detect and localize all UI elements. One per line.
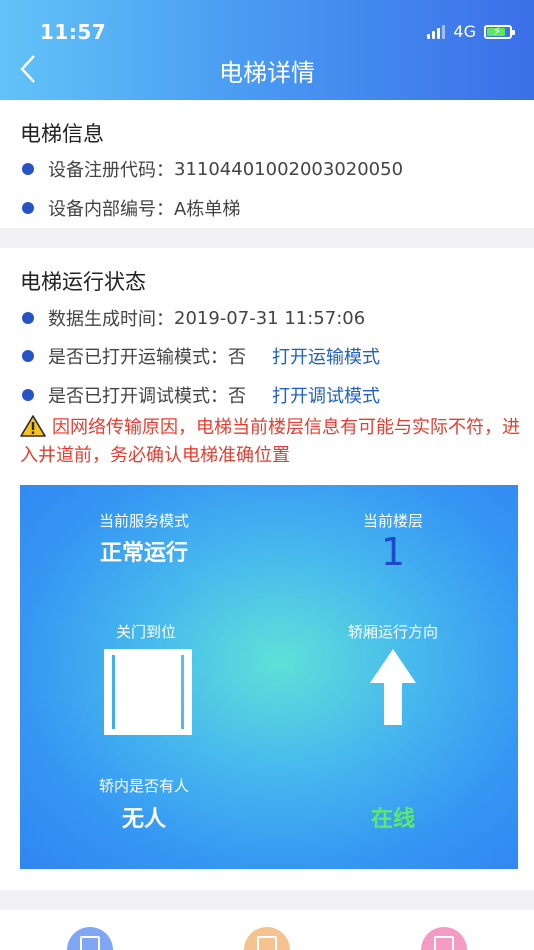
info-label: 设备内部编号： <box>48 199 174 220</box>
bullet-dot <box>22 350 34 362</box>
info-row-internal-number: 设备内部编号： A栋单梯 <box>22 195 240 221</box>
status-row-data-time: 数据生成时间： 2019-07-31 11:57:06 <box>22 305 365 331</box>
battery-icon: ⚡ <box>484 24 515 39</box>
calendar-icon <box>80 936 100 950</box>
current-floor-value: 1 <box>380 530 406 574</box>
header: 11:57 4G ⚡ 电梯详情 <box>0 0 534 100</box>
status-row-transport-mode: 是否已打开运输模式： 否 打开运输模式 <box>22 343 380 369</box>
info-value: A栋单梯 <box>174 199 241 220</box>
info-row-register-code: 设备注册代码： 31104401002003020050 <box>22 156 403 182</box>
arrow-up-icon <box>370 649 416 725</box>
tab-document-2[interactable] <box>421 927 467 950</box>
run-status-section: 电梯运行状态 数据生成时间： 2019-07-31 11:57:06 是否已打开… <box>0 248 534 890</box>
status-row-debug-mode: 是否已打开调试模式： 否 打开调试模式 <box>22 382 380 408</box>
page-title: 电梯详情 <box>219 59 315 87</box>
current-floor-label: 当前楼层 <box>362 512 423 530</box>
connection-status: 在线 <box>370 807 415 832</box>
section-title: 电梯信息 <box>20 122 104 146</box>
open-debug-mode-link[interactable]: 打开调试模式 <box>272 382 380 408</box>
status-value: 否 <box>228 386 246 407</box>
info-label: 设备注册代码： <box>48 160 174 181</box>
status-label: 是否已打开调试模式： <box>48 386 228 407</box>
status-time: 11:57 <box>40 20 107 44</box>
bullet-dot <box>22 202 34 214</box>
door-status-label: 关门到位 <box>115 623 176 641</box>
door-closed-icon <box>104 649 192 735</box>
open-transport-mode-link[interactable]: 打开运输模式 <box>272 343 380 369</box>
warning-icon <box>20 415 46 437</box>
bullet-dot <box>22 389 34 401</box>
service-mode-value: 正常运行 <box>99 541 188 566</box>
elevator-info-section: 电梯信息 设备注册代码： 31104401002003020050 设备内部编号… <box>0 100 534 228</box>
warning-text: 因网络传输原因，电梯当前楼层信息有可能与实际不符，进入井道前，务必确认电梯准确位… <box>20 417 520 466</box>
signal-icon <box>427 24 446 39</box>
direction-label: 轿厢运行方向 <box>347 623 438 641</box>
info-value: 31104401002003020050 <box>174 158 404 180</box>
status-indicators: 4G ⚡ <box>427 22 515 41</box>
document-icon <box>434 936 454 950</box>
occupancy-value: 无人 <box>121 807 166 832</box>
status-label: 是否已打开运输模式： <box>48 347 228 368</box>
document-icon <box>257 936 277 950</box>
bullet-dot <box>22 312 34 324</box>
elevator-status-panel: 当前服务模式 正常运行 当前楼层 1 关门到位 轿厢运行方向 轿内是否有人 无人… <box>20 485 518 869</box>
bottom-tab-bar <box>0 910 534 950</box>
status-label: 数据生成时间： <box>48 309 174 330</box>
tab-document[interactable] <box>244 927 290 950</box>
network-warning: 因网络传输原因，电梯当前楼层信息有可能与实际不符，进入井道前，务必确认电梯准确位… <box>20 414 520 470</box>
tab-calendar[interactable] <box>67 927 113 950</box>
section-title: 电梯运行状态 <box>20 270 146 294</box>
status-value: 否 <box>228 347 246 368</box>
bullet-dot <box>22 163 34 175</box>
service-mode-label: 当前服务模式 <box>98 512 189 530</box>
occupancy-label: 轿内是否有人 <box>98 777 189 795</box>
network-type: 4G <box>453 22 476 41</box>
status-value: 2019-07-31 11:57:06 <box>174 307 366 329</box>
